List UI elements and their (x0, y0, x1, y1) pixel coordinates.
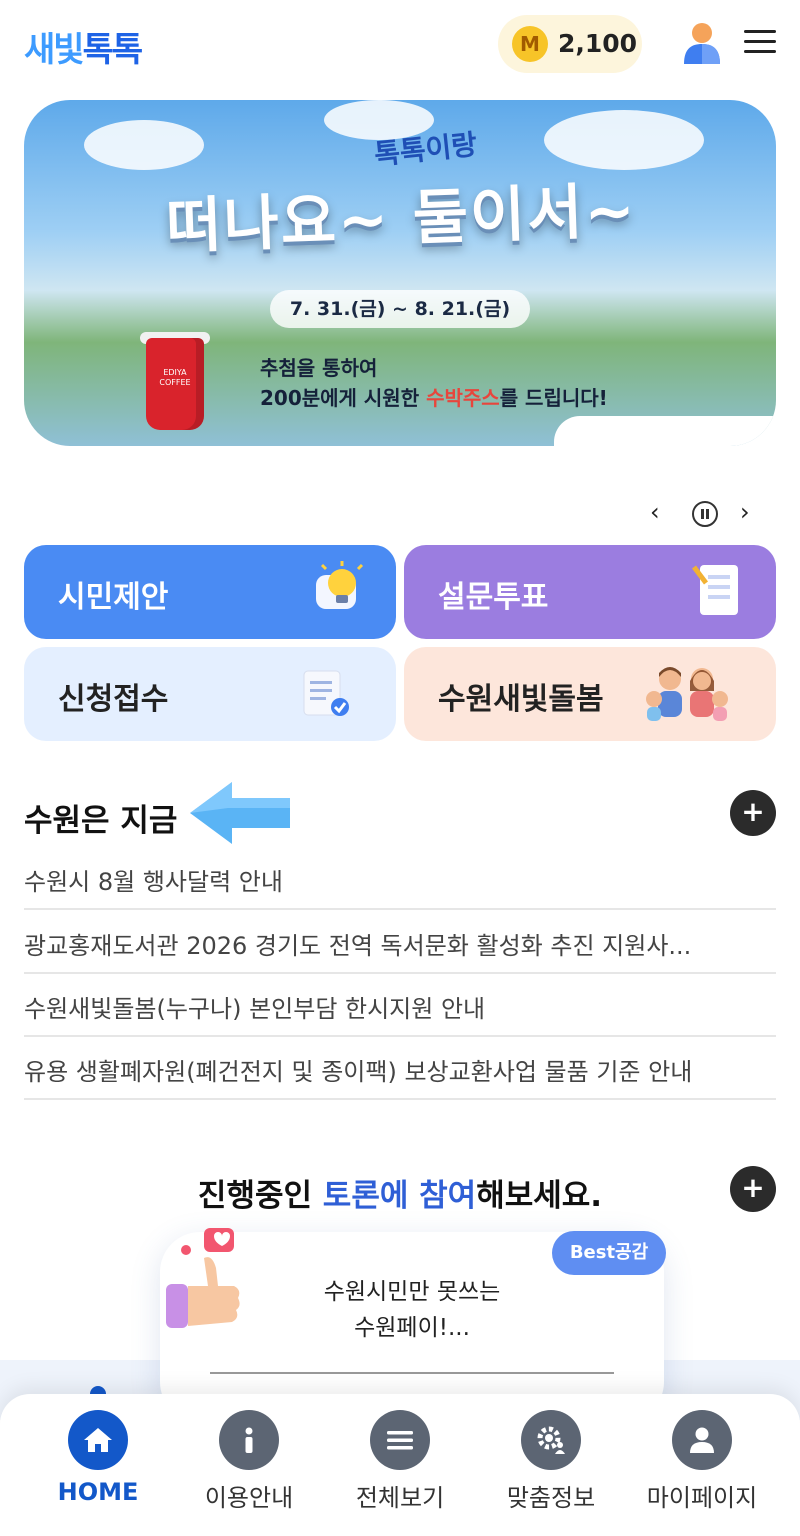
nav-label: 이용안내 (204, 1484, 294, 1512)
tile-application[interactable]: 신청접수 (24, 647, 396, 741)
debate-section-title: 진행중인 토론에 참여해보세요. (0, 1170, 800, 1215)
news-item[interactable]: 수원시 8월 행사달력 안내 (24, 848, 776, 910)
debate-title-post: 해보세요. (476, 1178, 603, 1214)
cup-brand-label: EDIYA COFFEE (159, 368, 191, 387)
logo-text-part1: 새빛 (24, 30, 85, 70)
cloud-decoration (84, 120, 204, 170)
carousel-next-button[interactable]: › (740, 498, 750, 526)
banner-title: 떠나요~ 둘이서~ (165, 175, 638, 263)
news-item-text: 광교홍재도서관 2026 경기도 전역 독서문화 활성화 추진 지원사... (24, 932, 692, 960)
news-item-text: 수원새빛돌봄(누구나) 본인부담 한시지원 안내 (24, 995, 486, 1023)
nav-guide[interactable]: 이용안내 (169, 1394, 329, 1536)
info-icon (219, 1410, 279, 1470)
news-item[interactable]: 광교홍재도서관 2026 경기도 전역 독서문화 활성화 추진 지원사... (24, 912, 776, 974)
banner-line2-highlight: 수박주스 (426, 386, 500, 410)
points-badge[interactable]: M 2,100 (498, 15, 642, 73)
coin-icon: M (512, 26, 548, 62)
thumbs-up-icon (166, 1228, 240, 1328)
user-icon (672, 1410, 732, 1470)
lightbulb-icon (316, 561, 364, 609)
hamburger-menu-icon[interactable] (744, 28, 776, 56)
tile-label: 수원새빛돌봄 (438, 682, 604, 717)
tile-label: 신청접수 (58, 682, 169, 717)
tile-suwon-care[interactable]: 수원새빛돌봄 (404, 647, 776, 741)
nav-label: HOME (57, 1478, 139, 1506)
banner-line2: 200분에게 시원한 수박주스를 드립니다! (260, 382, 608, 411)
family-icon (646, 667, 728, 721)
nav-custom-info[interactable]: 맞춤정보 (471, 1394, 631, 1536)
carousel-prev-button[interactable]: ‹ (650, 498, 660, 526)
nav-all[interactable]: 전체보기 (320, 1394, 480, 1536)
tile-survey-vote[interactable]: 설문투표 (404, 545, 776, 639)
best-badge: Best공감 (552, 1231, 666, 1275)
nav-home[interactable]: HOME (18, 1394, 178, 1536)
app-logo[interactable]: 새빛톡톡 (24, 22, 144, 71)
banner-notch (554, 416, 776, 446)
document-check-icon (303, 670, 349, 716)
nav-label: 맞춤정보 (506, 1484, 596, 1512)
logo-text-part2: 톡톡 (82, 30, 144, 70)
bottom-nav: HOME 이용안내 전체보기 맞춤정보 마이페이지 (0, 1394, 800, 1536)
banner-line1: 추첨을 통하여 (260, 356, 378, 380)
debate-title-pre: 진행중인 (197, 1178, 323, 1214)
news-item-text: 유용 생활폐자원(폐건전지 및 종이팩) 보상교환사업 물품 기준 안내 (24, 1058, 693, 1086)
tile-label: 설문투표 (438, 580, 549, 615)
list-menu-icon (370, 1410, 430, 1470)
nav-mypage[interactable]: 마이페이지 (622, 1394, 782, 1536)
tile-citizen-proposal[interactable]: 시민제안 (24, 545, 396, 639)
nav-label: 마이페이지 (646, 1484, 758, 1512)
debate-more-button[interactable]: + (730, 1166, 776, 1212)
app-header: 새빛톡톡 M 2,100 (0, 0, 800, 88)
section-title-suwon-now: 수원은 지금 (24, 803, 178, 839)
nav-label: 전체보기 (355, 1484, 445, 1512)
cloud-decoration (544, 110, 704, 170)
tile-label: 시민제안 (58, 580, 169, 615)
news-item-text: 수원시 8월 행사달력 안내 (24, 868, 283, 896)
banner-line2-post: 를 드립니다! (499, 386, 608, 410)
survey-document-icon (692, 565, 738, 615)
user-profile-icon[interactable] (682, 20, 722, 64)
debate-progress-line (210, 1372, 614, 1374)
news-item[interactable]: 수원새빛돌봄(누구나) 본인부담 한시지원 안내 (24, 975, 776, 1037)
banner-line2-pre: 200분에게 시원한 (260, 386, 427, 410)
debate-title-highlight: 토론에 참여 (322, 1178, 477, 1214)
carousel-pause-icon[interactable] (692, 501, 718, 527)
gear-user-icon (521, 1410, 581, 1470)
home-icon (68, 1410, 128, 1470)
promo-banner[interactable]: 톡톡이랑 떠나요~ 둘이서~ 7. 31.(금) ~ 8. 21.(금) EDI… (24, 100, 776, 446)
arrow-left-icon (190, 782, 290, 844)
banner-date-range: 7. 31.(금) ~ 8. 21.(금) (270, 290, 530, 328)
news-more-button[interactable]: + (730, 790, 776, 836)
points-value: 2,100 (558, 29, 638, 58)
news-item[interactable]: 유용 생활폐자원(폐건전지 및 종이팩) 보상교환사업 물품 기준 안내 (24, 1038, 776, 1100)
